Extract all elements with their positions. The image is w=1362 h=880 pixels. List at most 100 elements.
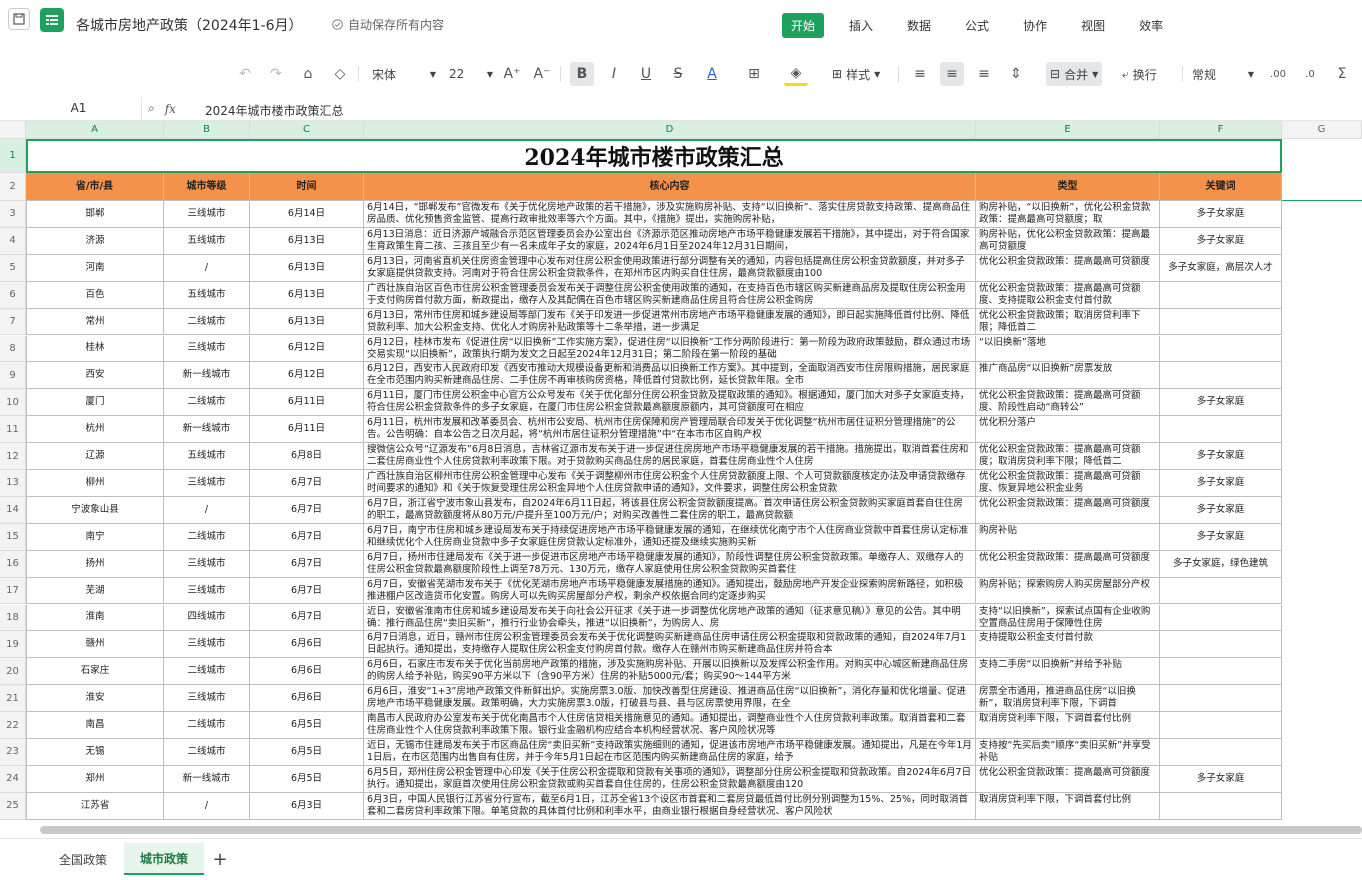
date-cell[interactable]: 6月5日: [250, 765, 364, 793]
policy-type-cell[interactable]: 推广商品房“以旧换新”房票发放: [976, 362, 1160, 390]
column-header-e[interactable]: E: [976, 121, 1160, 139]
redo-icon[interactable]: ↷: [264, 62, 288, 86]
city-tier-cell[interactable]: 三线城市: [164, 577, 250, 605]
date-cell[interactable]: 6月7日: [250, 470, 364, 497]
keyword-cell[interactable]: 多子女家庭: [1160, 389, 1282, 417]
row-header[interactable]: 4: [0, 227, 26, 255]
row-header[interactable]: 24: [0, 765, 26, 793]
row-header[interactable]: 8: [0, 335, 26, 363]
keyword-cell[interactable]: [1160, 792, 1282, 820]
city-tier-cell[interactable]: 二线城市: [164, 389, 250, 417]
keyword-cell[interactable]: [1160, 416, 1282, 444]
policy-content-cell[interactable]: 6月6日，淮安“1+3”房地产政策文件新鲜出炉。实施房票3.0版、加快改善型住房…: [364, 685, 976, 713]
row-header[interactable]: 11: [0, 416, 26, 444]
policy-type-cell[interactable]: “以旧换新”落地: [976, 335, 1160, 363]
keyword-cell[interactable]: [1160, 631, 1282, 659]
spreadsheet-grid[interactable]: 2024年城市楼市政策汇总 A B C D E F G 1 2 省/市/县 城市等级 时间 核心内容 类型…: [0, 121, 1362, 821]
date-cell[interactable]: 6月7日: [250, 523, 364, 551]
city-tier-cell[interactable]: 二线城市: [164, 739, 250, 766]
strikethrough-icon[interactable]: S: [666, 62, 690, 86]
date-cell[interactable]: 6月13日: [250, 227, 364, 255]
region-cell[interactable]: 淮安: [26, 685, 164, 713]
keyword-cell[interactable]: 多子女家庭，绿色建筑: [1160, 550, 1282, 578]
row-header[interactable]: 2: [0, 173, 26, 201]
region-cell[interactable]: 赣州: [26, 631, 164, 659]
column-title-cell[interactable]: 类型: [976, 173, 1160, 201]
column-header-g[interactable]: G: [1282, 121, 1362, 139]
city-tier-cell[interactable]: 三线城市: [164, 201, 250, 228]
policy-content-cell[interactable]: 6月13日消息：近日济源产城融合示范区管理委员会办公室出台《济源示范区推动房地产…: [364, 227, 976, 255]
policy-type-cell[interactable]: 支持二手房“以旧换新”并给予补贴: [976, 658, 1160, 686]
keyword-cell[interactable]: [1160, 308, 1282, 336]
policy-content-cell[interactable]: 近日，无锡市住建局发布关于市区商品住房“卖旧买新”支持政策实施细则的通知，促进该…: [364, 739, 976, 766]
increase-font-icon[interactable]: A⁺: [500, 62, 524, 86]
column-title-cell[interactable]: 时间: [250, 173, 364, 201]
row-header[interactable]: 3: [0, 201, 26, 228]
menu-view[interactable]: 视图: [1072, 13, 1114, 38]
decrease-font-icon[interactable]: A⁻: [530, 62, 554, 86]
italic-icon[interactable]: I: [602, 62, 626, 86]
keyword-cell[interactable]: 多子女家庭: [1160, 496, 1282, 524]
city-tier-cell[interactable]: 新一线城市: [164, 416, 250, 444]
date-cell[interactable]: 6月5日: [250, 712, 364, 739]
row-header[interactable]: 1: [0, 139, 26, 173]
align-center-icon[interactable]: ≡: [940, 62, 964, 86]
policy-content-cell[interactable]: 6月11日，杭州市发展和改革委员会、杭州市公安局、杭州市住房保障和房产管理局联合…: [364, 416, 976, 444]
policy-type-cell[interactable]: 优化公积金贷款政策：提高最高可贷额度、阶段性启动“商转公”: [976, 389, 1160, 417]
vertical-align-icon[interactable]: ⇕: [1004, 62, 1028, 86]
row-header[interactable]: 15: [0, 523, 26, 551]
row-header[interactable]: 5: [0, 254, 26, 282]
region-cell[interactable]: 桂林: [26, 335, 164, 363]
sheet-tab-national[interactable]: 全国政策: [44, 843, 122, 875]
row-header[interactable]: 6: [0, 281, 26, 309]
column-title-cell[interactable]: 核心内容: [364, 173, 976, 201]
select-all-corner[interactable]: [0, 121, 26, 139]
policy-type-cell[interactable]: 取消房贷利率下限，下调首套付比例: [976, 792, 1160, 820]
decimal-increase-icon[interactable]: .00: [1266, 62, 1290, 86]
city-tier-cell[interactable]: 新一线城市: [164, 362, 250, 390]
date-cell[interactable]: 6月6日: [250, 658, 364, 686]
column-header-b[interactable]: B: [164, 121, 250, 139]
menu-formula[interactable]: 公式: [956, 13, 998, 38]
date-cell[interactable]: 6月7日: [250, 604, 364, 632]
region-cell[interactable]: 济源: [26, 227, 164, 255]
bold-icon[interactable]: B: [570, 62, 594, 86]
font-select[interactable]: 宋体 ▼: [372, 58, 436, 90]
row-header[interactable]: 12: [0, 443, 26, 470]
number-format-select[interactable]: 常规 ▼: [1192, 58, 1254, 90]
policy-type-cell[interactable]: 购房补贴；探索购房人购买房屋部分产权: [976, 577, 1160, 605]
keyword-cell[interactable]: 多子女家庭: [1160, 765, 1282, 793]
sheet-tab-city[interactable]: 城市政策: [124, 843, 204, 875]
region-cell[interactable]: 南昌: [26, 712, 164, 739]
city-tier-cell[interactable]: 四线城市: [164, 604, 250, 632]
region-cell[interactable]: 淮南: [26, 604, 164, 632]
city-tier-cell[interactable]: 二线城市: [164, 308, 250, 336]
row-header[interactable]: 19: [0, 631, 26, 659]
date-cell[interactable]: 6月6日: [250, 631, 364, 659]
date-cell[interactable]: 6月11日: [250, 416, 364, 444]
zoom-icon[interactable]: ⌕: [148, 101, 155, 116]
region-cell[interactable]: 常州: [26, 308, 164, 336]
menu-collab[interactable]: 协作: [1014, 13, 1056, 38]
policy-content-cell[interactable]: 近日，安徽省淮南市住房和城乡建设局发布关于向社会公开征求《关于进一步调整优化房地…: [364, 604, 976, 632]
fill-color-icon[interactable]: ◈: [784, 62, 808, 86]
keyword-cell[interactable]: 多子女家庭，高层次人才: [1160, 254, 1282, 282]
font-color-icon[interactable]: A: [700, 62, 724, 86]
region-cell[interactable]: 辽源: [26, 443, 164, 470]
policy-type-cell[interactable]: 优化公积金贷款政策：提高最高可贷额度: [976, 254, 1160, 282]
policy-type-cell[interactable]: 优化公积金贷款政策：提高最高可贷额度、支持提取公积金支付首付款: [976, 281, 1160, 309]
city-tier-cell[interactable]: 三线城市: [164, 470, 250, 497]
date-cell[interactable]: 6月13日: [250, 254, 364, 282]
align-right-icon[interactable]: ≡: [972, 62, 996, 86]
region-cell[interactable]: 无锡: [26, 739, 164, 766]
date-cell[interactable]: 6月11日: [250, 389, 364, 417]
save-icon[interactable]: [8, 8, 30, 30]
keyword-cell[interactable]: [1160, 362, 1282, 390]
keyword-cell[interactable]: [1160, 604, 1282, 632]
city-tier-cell[interactable]: 三线城市: [164, 631, 250, 659]
keyword-cell[interactable]: [1160, 335, 1282, 363]
policy-content-cell[interactable]: 广西壮族自治区百色市住房公积金管理委员会发布关于调整住房公积金使用政策的通知，在…: [364, 281, 976, 309]
city-tier-cell[interactable]: 五线城市: [164, 443, 250, 470]
city-tier-cell[interactable]: 三线城市: [164, 685, 250, 713]
policy-content-cell[interactable]: 南昌市人民政府办公室发布关于优化南昌市个人住房信贷相关措施意见的通知。通知提出，…: [364, 712, 976, 739]
